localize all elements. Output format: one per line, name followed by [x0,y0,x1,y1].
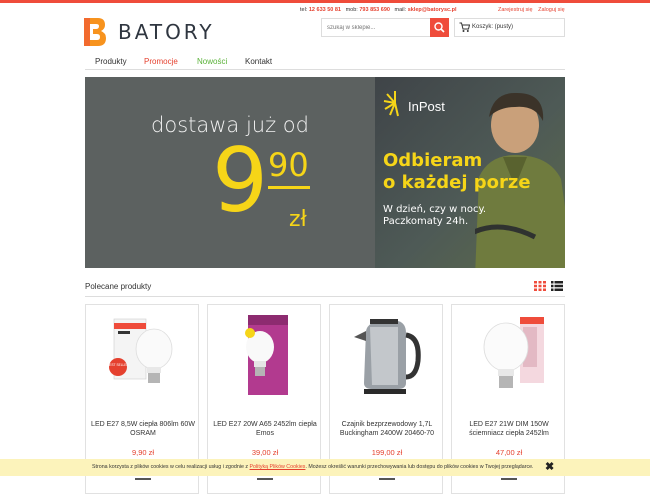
phone-label: tel: [300,7,308,13]
inpost-brand: InPost [408,99,445,114]
product-name[interactable]: LED E27 20W A65 2452lm ciepła Emos [212,420,318,438]
cookie-close-icon[interactable]: ✖ [545,462,554,473]
logo[interactable]: BATORY [84,18,224,46]
product-name[interactable]: Czajnik bezprzewodowy 1,7L Buckingham 24… [334,420,440,438]
promo-banner[interactable]: dostawa już od 9 90 zł InPost Odbieram o… [85,77,565,268]
mail-label: mail: [394,7,407,13]
product-price: 47,00 zł [495,448,523,457]
add-to-cart-button[interactable] [379,478,395,480]
contact-info: tel: 12 633 50 81 mob: 793 853 690 mail:… [300,7,456,13]
banner-subtext: W dzień, czy w nocy. Paczkomaty 24h. [383,204,487,227]
cookie-policy-link[interactable]: Polityką Plików Cookies [250,464,306,470]
price-cents: 90 [268,146,309,184]
product-price: 199,00 zł [371,448,403,457]
logo-text: BATORY [118,20,215,44]
search-button[interactable] [430,18,449,37]
nav-item-kontakt[interactable]: Kontakt [245,57,272,66]
inpost-logo: InPost [383,87,463,119]
mobile-label: mob: [345,7,358,13]
product-image-osram-dim-bulb [483,317,544,388]
mobile-link[interactable]: 793 853 690 [359,7,390,13]
list-view-icon[interactable] [551,281,563,291]
main-nav: Produkty Promocje Nowości Kontakt [85,54,565,70]
auth-links: Zarejestruj się Zaloguj się [498,7,569,13]
nav-item-produkty[interactable]: Produkty [95,57,127,66]
add-to-cart-button[interactable] [257,478,273,480]
cart-button[interactable]: Koszyk: (pusty) [454,18,565,37]
top-accent-bar [0,0,650,3]
banner-inpost-panel: InPost Odbieram o każdej porze W dzień, … [375,77,565,268]
mail-link[interactable]: sklep@batorysc.pl [408,7,457,13]
product-image-emos-bulb [245,315,288,395]
banner-delivery-panel: dostawa już od 9 90 zł [85,77,375,268]
price-divider [268,186,310,189]
product-name[interactable]: LED E27 21W DIM 150W ściemniacz ciepła 2… [456,420,562,438]
price-currency: zł [289,207,307,232]
cart-icon [459,22,470,32]
cookie-text-after: . Możesz określić warunki przechowywania… [305,464,534,470]
cookie-text-before: Strona korzysta z plików cookies w celu … [92,464,250,470]
inpost-rays-icon [383,91,399,117]
phone-link[interactable]: 12 633 50 81 [309,7,341,13]
product-price: 39,00 zł [251,448,279,457]
register-link[interactable]: Zarejestruj się [498,7,533,13]
product-image-kettle [354,319,421,394]
product-name[interactable]: LED E27 8,5W ciepła 806lm 60W OSRAM [90,420,196,438]
cookie-text: Strona korzysta z plików cookies w celu … [92,464,534,470]
cookie-bar: Strona korzysta z plików cookies w celu … [0,459,650,476]
section-divider [85,296,565,297]
add-to-cart-button[interactable] [135,478,151,480]
logo-mark-icon [84,18,106,46]
product-price: 9,90 zł [131,448,155,457]
nav-item-promocje[interactable]: Promocje [144,57,178,66]
cart-label: Koszyk: (pusty) [472,24,514,30]
add-to-cart-button[interactable] [501,478,517,480]
section-title: Polecane produkty [85,282,152,291]
search-icon [434,22,445,33]
nav-item-nowosci[interactable]: Nowości [197,57,227,66]
search-input[interactable] [322,19,431,36]
search-box [321,18,449,37]
price-main: 9 [212,129,268,232]
product-image-osram-bulb: BEST SELLER [107,318,173,383]
login-link[interactable]: Zaloguj się [538,7,565,13]
banner-headline: Odbieram o każdej porze [383,150,531,193]
best-seller-badge: BEST SELLER [107,363,129,367]
grid-view-icon[interactable] [534,281,546,291]
